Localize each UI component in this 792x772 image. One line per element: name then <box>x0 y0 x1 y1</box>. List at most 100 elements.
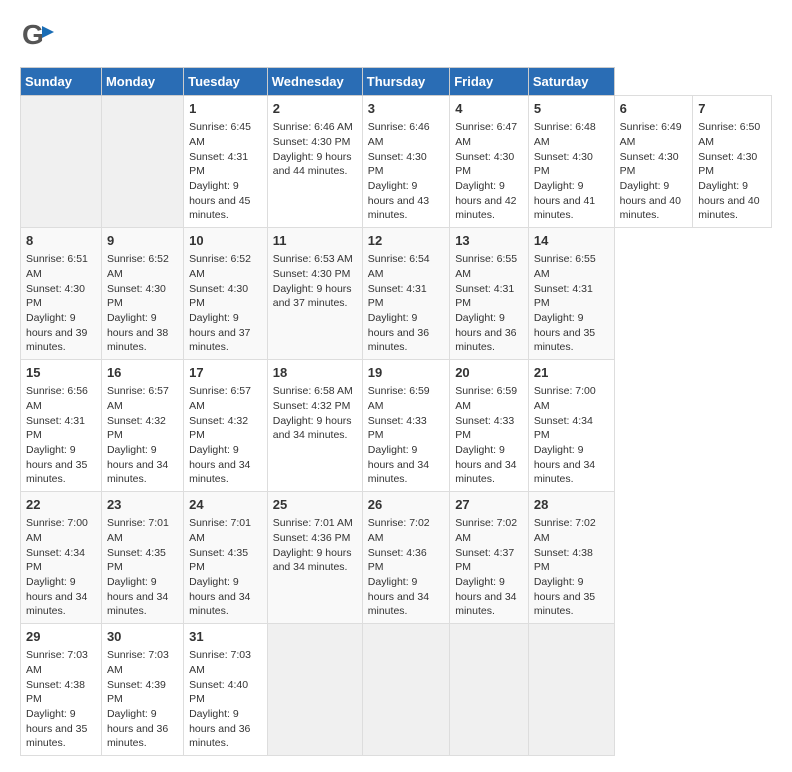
sunset-text: Sunset: 4:31 PM <box>368 283 427 310</box>
calendar-cell: 3Sunrise: 6:46 AMSunset: 4:30 PMDaylight… <box>362 96 449 228</box>
calendar-cell: 5Sunrise: 6:48 AMSunset: 4:30 PMDaylight… <box>528 96 614 228</box>
day-number: 26 <box>368 496 444 514</box>
day-number: 13 <box>455 232 523 250</box>
weekday-header-monday: Monday <box>101 68 183 96</box>
day-number: 18 <box>273 364 357 382</box>
sunrise-text: Sunrise: 7:03 AM <box>26 649 88 676</box>
calendar-cell: 8Sunrise: 6:51 AMSunset: 4:30 PMDaylight… <box>21 228 102 360</box>
sunset-text: Sunset: 4:30 PM <box>698 151 757 178</box>
daylight-text: Daylight: 9 hours and 38 minutes. <box>107 312 168 353</box>
sunrise-text: Sunrise: 6:59 AM <box>368 385 430 412</box>
sunset-text: Sunset: 4:30 PM <box>26 283 85 310</box>
sunrise-text: Sunrise: 6:51 AM <box>26 253 88 280</box>
weekday-header-thursday: Thursday <box>362 68 449 96</box>
calendar-cell: 1Sunrise: 6:45 AMSunset: 4:31 PMDaylight… <box>184 96 268 228</box>
calendar-cell: 10Sunrise: 6:52 AMSunset: 4:30 PMDayligh… <box>184 228 268 360</box>
sunset-text: Sunset: 4:30 PM <box>455 151 514 178</box>
sunrise-text: Sunrise: 6:49 AM <box>620 121 682 148</box>
weekday-header-saturday: Saturday <box>528 68 614 96</box>
daylight-text: Daylight: 9 hours and 36 minutes. <box>368 312 429 353</box>
day-number: 21 <box>534 364 609 382</box>
sunset-text: Sunset: 4:34 PM <box>26 547 85 574</box>
daylight-text: Daylight: 9 hours and 34 minutes. <box>455 444 516 485</box>
calendar-cell: 25Sunrise: 7:01 AMSunset: 4:36 PMDayligh… <box>267 492 362 624</box>
daylight-text: Daylight: 9 hours and 34 minutes. <box>107 576 168 617</box>
daylight-text: Daylight: 9 hours and 35 minutes. <box>534 312 595 353</box>
sunrise-text: Sunrise: 7:03 AM <box>107 649 169 676</box>
daylight-text: Daylight: 9 hours and 35 minutes. <box>26 444 87 485</box>
sunrise-text: Sunrise: 6:55 AM <box>455 253 517 280</box>
day-number: 12 <box>368 232 444 250</box>
calendar-cell <box>362 624 449 756</box>
sunrise-text: Sunrise: 6:52 AM <box>107 253 169 280</box>
daylight-text: Daylight: 9 hours and 40 minutes. <box>698 180 759 221</box>
calendar-week-3: 15Sunrise: 6:56 AMSunset: 4:31 PMDayligh… <box>21 360 772 492</box>
sunrise-text: Sunrise: 7:02 AM <box>455 517 517 544</box>
calendar-cell: 4Sunrise: 6:47 AMSunset: 4:30 PMDaylight… <box>450 96 529 228</box>
day-number: 29 <box>26 628 96 646</box>
day-number: 8 <box>26 232 96 250</box>
calendar-cell: 19Sunrise: 6:59 AMSunset: 4:33 PMDayligh… <box>362 360 449 492</box>
calendar-week-4: 22Sunrise: 7:00 AMSunset: 4:34 PMDayligh… <box>21 492 772 624</box>
calendar-cell: 21Sunrise: 7:00 AMSunset: 4:34 PMDayligh… <box>528 360 614 492</box>
calendar-cell: 7Sunrise: 6:50 AMSunset: 4:30 PMDaylight… <box>693 96 772 228</box>
sunrise-text: Sunrise: 6:50 AM <box>698 121 760 148</box>
sunset-text: Sunset: 4:30 PM <box>107 283 166 310</box>
day-number: 23 <box>107 496 178 514</box>
weekday-header-sunday: Sunday <box>21 68 102 96</box>
sunrise-text: Sunrise: 6:59 AM <box>455 385 517 412</box>
daylight-text: Daylight: 9 hours and 42 minutes. <box>455 180 516 221</box>
sunset-text: Sunset: 4:40 PM <box>189 679 248 706</box>
sunset-text: Sunset: 4:30 PM <box>620 151 679 178</box>
calendar-cell: 26Sunrise: 7:02 AMSunset: 4:36 PMDayligh… <box>362 492 449 624</box>
sunset-text: Sunset: 4:35 PM <box>189 547 248 574</box>
daylight-text: Daylight: 9 hours and 41 minutes. <box>534 180 595 221</box>
day-number: 17 <box>189 364 262 382</box>
day-number: 31 <box>189 628 262 646</box>
sunrise-text: Sunrise: 6:46 AM <box>273 121 353 133</box>
sunset-text: Sunset: 4:36 PM <box>368 547 427 574</box>
calendar-cell: 31Sunrise: 7:03 AMSunset: 4:40 PMDayligh… <box>184 624 268 756</box>
sunrise-text: Sunrise: 6:52 AM <box>189 253 251 280</box>
sunset-text: Sunset: 4:36 PM <box>273 532 351 544</box>
day-number: 10 <box>189 232 262 250</box>
day-number: 20 <box>455 364 523 382</box>
weekday-header-wednesday: Wednesday <box>267 68 362 96</box>
sunset-text: Sunset: 4:32 PM <box>107 415 166 442</box>
sunrise-text: Sunrise: 7:01 AM <box>189 517 251 544</box>
calendar-cell <box>101 96 183 228</box>
logo-icon: G <box>20 16 56 57</box>
daylight-text: Daylight: 9 hours and 34 minutes. <box>273 415 352 442</box>
daylight-text: Daylight: 9 hours and 34 minutes. <box>107 444 168 485</box>
svg-text:G: G <box>22 19 44 50</box>
sunset-text: Sunset: 4:33 PM <box>368 415 427 442</box>
calendar-cell: 12Sunrise: 6:54 AMSunset: 4:31 PMDayligh… <box>362 228 449 360</box>
calendar-cell: 29Sunrise: 7:03 AMSunset: 4:38 PMDayligh… <box>21 624 102 756</box>
calendar-cell <box>528 624 614 756</box>
calendar-cell: 18Sunrise: 6:58 AMSunset: 4:32 PMDayligh… <box>267 360 362 492</box>
calendar-cell: 28Sunrise: 7:02 AMSunset: 4:38 PMDayligh… <box>528 492 614 624</box>
daylight-text: Daylight: 9 hours and 34 minutes. <box>368 444 429 485</box>
calendar-cell: 17Sunrise: 6:57 AMSunset: 4:32 PMDayligh… <box>184 360 268 492</box>
daylight-text: Daylight: 9 hours and 34 minutes. <box>189 444 250 485</box>
sunrise-text: Sunrise: 7:03 AM <box>189 649 251 676</box>
daylight-text: Daylight: 9 hours and 34 minutes. <box>26 576 87 617</box>
logo: G <box>20 16 60 57</box>
sunrise-text: Sunrise: 6:45 AM <box>189 121 251 148</box>
day-number: 24 <box>189 496 262 514</box>
daylight-text: Daylight: 9 hours and 34 minutes. <box>273 547 352 574</box>
sunrise-text: Sunrise: 6:48 AM <box>534 121 596 148</box>
daylight-text: Daylight: 9 hours and 35 minutes. <box>26 708 87 749</box>
page-header: G <box>20 16 772 57</box>
sunset-text: Sunset: 4:35 PM <box>107 547 166 574</box>
calendar-cell: 24Sunrise: 7:01 AMSunset: 4:35 PMDayligh… <box>184 492 268 624</box>
daylight-text: Daylight: 9 hours and 34 minutes. <box>534 444 595 485</box>
calendar-cell: 6Sunrise: 6:49 AMSunset: 4:30 PMDaylight… <box>614 96 693 228</box>
sunrise-text: Sunrise: 6:46 AM <box>368 121 430 148</box>
day-number: 16 <box>107 364 178 382</box>
sunrise-text: Sunrise: 6:57 AM <box>189 385 251 412</box>
day-number: 27 <box>455 496 523 514</box>
weekday-header-friday: Friday <box>450 68 529 96</box>
sunrise-text: Sunrise: 7:02 AM <box>368 517 430 544</box>
daylight-text: Daylight: 9 hours and 45 minutes. <box>189 180 250 221</box>
